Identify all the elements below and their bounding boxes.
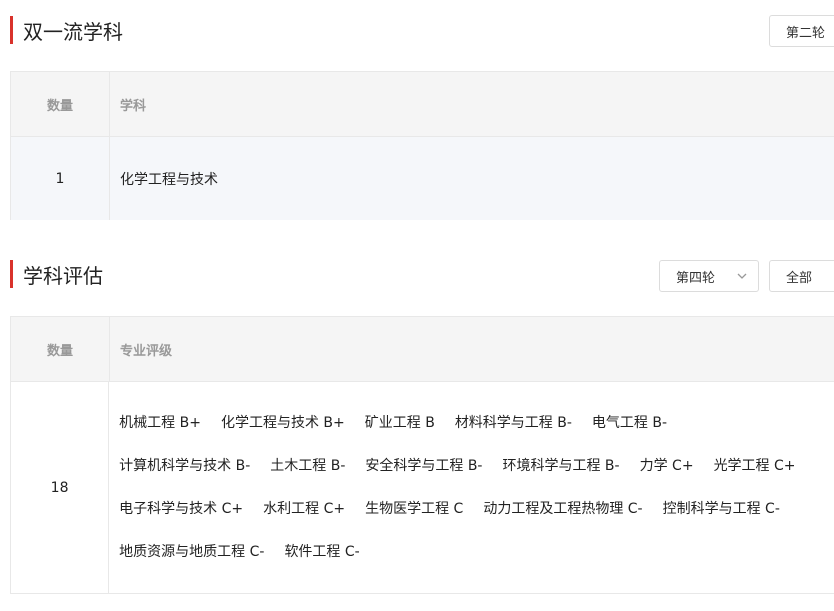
rating-item: 生物医学工程 C — [365, 501, 464, 517]
rating-item: 材料科学与工程 B- — [454, 415, 572, 431]
table-row: 1 化学工程与技术 — [11, 137, 834, 220]
rating-item: 机械工程 B+ — [119, 415, 201, 431]
rating-item: 电气工程 B- — [591, 415, 668, 431]
rating-list: 机械工程 B+ 化学工程与技术 B+ 矿业工程 B 材料科学与工程 B- 电气工程 B-… — [109, 382, 834, 594]
rating-item: 化学工程与技术 B+ — [220, 415, 345, 431]
rating-item: 矿业工程 B — [364, 415, 435, 431]
rating-item: 控制科学与工程 C- — [662, 501, 780, 517]
rating-item: 土木工程 B- — [270, 458, 346, 474]
table-header: 数量 专业评级 — [11, 317, 834, 382]
rating-item: 电子科学与技术 C+ — [119, 501, 244, 517]
count-header: 数量 — [11, 72, 110, 136]
rating-item: 计算机科学与技术 B- — [119, 458, 251, 474]
discipline-evaluation-table: 数量 专业评级 18 机械工程 B+ 化学工程与技术 B+ 矿业工程 B 材料科学与工… — [10, 316, 834, 594]
rating-item: 地质资源与地质工程 C- — [119, 544, 265, 560]
rating-item: 水利工程 C+ — [263, 501, 346, 517]
count-cell: 1 — [11, 137, 110, 220]
round-select-value: 第二轮 — [786, 25, 826, 41]
round-select-evaluation[interactable]: 第四轮 — [659, 260, 759, 292]
filter-select-value: 全部 — [786, 270, 813, 286]
double-first-class-table: 数量 学科 1 化学工程与技术 — [10, 71, 834, 220]
filter-select-evaluation[interactable]: 全部 — [769, 260, 834, 292]
double-first-class-title-text: 双一流学科 — [23, 19, 123, 44]
round-select-double-first-class[interactable]: 第二轮 — [769, 15, 834, 47]
rating-item: 动力工程及工程热物理 C- — [483, 501, 643, 517]
rating-item: 力学 C+ — [639, 458, 694, 474]
chevron-down-icon — [737, 273, 747, 279]
table-header: 数量 学科 — [11, 72, 834, 137]
round-select-value: 第四轮 — [676, 270, 716, 286]
count-header: 数量 — [11, 317, 110, 381]
rating-item: 光学工程 C+ — [713, 458, 796, 474]
double-first-class-title: 双一流学科 — [10, 16, 123, 44]
discipline-evaluation-title-text: 学科评估 — [23, 263, 103, 288]
rating-item: 软件工程 C- — [284, 544, 360, 560]
rating-item: 环境科学与工程 B- — [502, 458, 620, 474]
table-row: 18 机械工程 B+ 化学工程与技术 B+ 矿业工程 B 材料科学与工程 B- 电气工程… — [11, 382, 834, 594]
subject-cell: 化学工程与技术 — [120, 171, 218, 188]
rating-header: 专业评级 — [120, 343, 173, 359]
rating-item: 安全科学与工程 B- — [365, 458, 483, 474]
count-cell: 18 — [11, 382, 110, 594]
subject-header: 学科 — [120, 98, 147, 114]
discipline-evaluation-title: 学科评估 — [10, 260, 103, 288]
